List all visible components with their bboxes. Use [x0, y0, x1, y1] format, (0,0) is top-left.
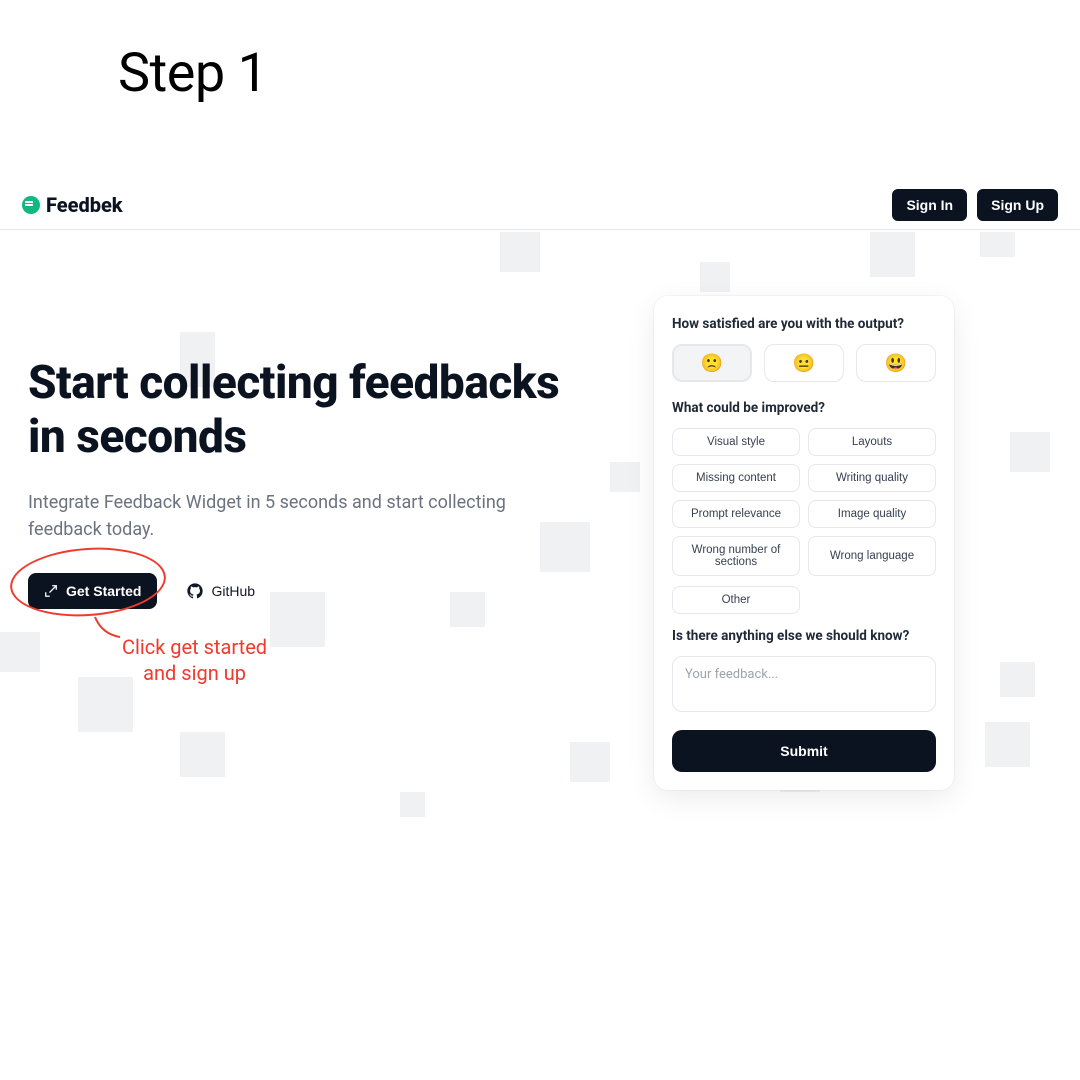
emoji-happy-button[interactable]: 😃 — [856, 344, 936, 382]
emoji-sad-button[interactable]: 🙁 — [672, 344, 752, 382]
get-started-button[interactable]: Get Started — [28, 573, 157, 609]
widget-question-satisfaction: How satisfied are you with the output? — [672, 316, 936, 332]
feedback-textarea[interactable] — [672, 656, 936, 712]
emoji-row: 🙁 😐 😃 — [672, 344, 936, 382]
chip-prompt-relevance[interactable]: Prompt relevance — [672, 500, 800, 528]
widget-question-else: Is there anything else we should know? — [672, 628, 936, 644]
annotation-line1: Click get started — [122, 635, 267, 659]
chip-image-quality[interactable]: Image quality — [808, 500, 936, 528]
chip-visual-style[interactable]: Visual style — [672, 428, 800, 456]
chip-layouts[interactable]: Layouts — [808, 428, 936, 456]
hero-title: Start collecting feedbacks in seconds — [28, 356, 588, 465]
chip-wrong-language[interactable]: Wrong language — [808, 536, 936, 576]
improvement-chips: Visual style Layouts Missing content Wri… — [672, 428, 936, 576]
nav-buttons: Sign In Sign Up — [892, 189, 1058, 221]
github-icon — [187, 583, 203, 599]
arrow-right-icon — [44, 584, 58, 598]
get-started-label: Get Started — [66, 583, 141, 599]
navbar: Feedbek Sign In Sign Up — [0, 188, 1080, 230]
logo-text: Feedbek — [46, 193, 123, 217]
github-button[interactable]: GitHub — [173, 573, 269, 609]
chip-other[interactable]: Other — [672, 586, 800, 614]
logo[interactable]: Feedbek — [22, 193, 123, 217]
annotation-text: Click get started and sign up — [122, 634, 267, 686]
chip-writing-quality[interactable]: Writing quality — [808, 464, 936, 492]
emoji-neutral-button[interactable]: 😐 — [764, 344, 844, 382]
sign-up-button[interactable]: Sign Up — [977, 189, 1058, 221]
github-label: GitHub — [211, 583, 255, 599]
feedback-widget: How satisfied are you with the output? 🙁… — [654, 296, 954, 790]
widget-question-improve: What could be improved? — [672, 400, 936, 416]
chip-missing-content[interactable]: Missing content — [672, 464, 800, 492]
hero-subtitle: Integrate Feedback Widget in 5 seconds a… — [28, 489, 508, 543]
step-title: Step 1 — [118, 42, 267, 105]
annotation-line2: and sign up — [143, 661, 246, 685]
feedbek-logo-icon — [22, 196, 40, 214]
chip-row-other: Other — [672, 586, 936, 614]
cta-row: Get Started GitHub — [28, 573, 588, 609]
sign-in-button[interactable]: Sign In — [892, 189, 967, 221]
chip-wrong-sections[interactable]: Wrong number of sections — [672, 536, 800, 576]
submit-button[interactable]: Submit — [672, 730, 936, 772]
hero-section: Start collecting feedbacks in seconds In… — [28, 356, 588, 609]
